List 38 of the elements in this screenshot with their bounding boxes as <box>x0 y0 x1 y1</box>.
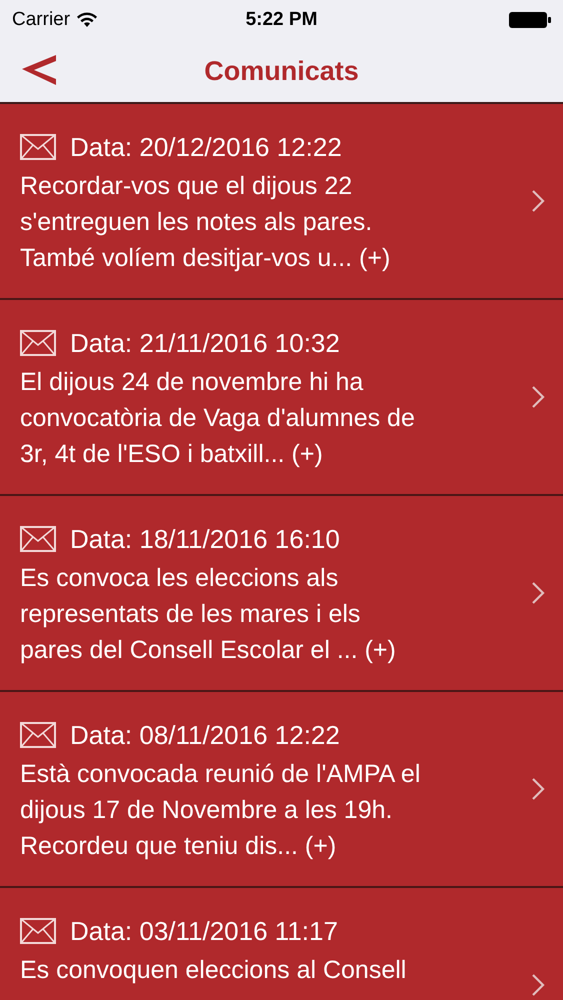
message-text: Es convoca les eleccions als <box>20 563 340 594</box>
message-date: Data: 21/11/2016 10:32 <box>70 328 340 358</box>
message-text: El dijous 24 de novembre hi ha <box>20 367 364 398</box>
message-text: representats de les mares i els <box>20 599 362 630</box>
envelope-icon <box>20 134 56 160</box>
message-text: Està convocada reunió de l'AMPA el <box>20 759 422 790</box>
chevron-right-icon <box>531 777 545 801</box>
chevron-right-icon <box>531 973 545 997</box>
wifi-icon <box>76 12 98 28</box>
message-date: Data: 20/12/2016 12:22 <box>70 132 342 162</box>
message-text: convocatòria de Vaga d'alumnes de <box>20 403 416 434</box>
chevron-right-icon <box>531 581 545 605</box>
message-text: dijous 17 de Novembre a les 19h. <box>20 795 394 826</box>
message-text: Recordeu que teniu dis... (+) <box>20 831 338 862</box>
status-time: 5:22 PM <box>246 9 318 31</box>
message-text: pares del Consell Escolar el ... (+) <box>20 635 397 666</box>
envelope-icon <box>20 526 56 552</box>
envelope-icon <box>20 918 56 944</box>
chevron-right-icon <box>531 385 545 409</box>
message-row[interactable]: Data: 21/11/2016 10:32 El dijous 24 de novembre hi ha convocatòria de Vaga d'alumnes de 3r, 4t de l'ESO i batxill... (+) <box>0 300 563 496</box>
envelope-icon <box>20 722 56 748</box>
message-date: Data: 18/11/2016 16:10 <box>70 524 340 554</box>
message-row[interactable]: Data: 08/11/2016 12:22 Està convocada reunió de l'AMPA el dijous 17 de Novembre a les 19h. Recordeu que teniu dis... (+) <box>0 692 563 888</box>
message-text: Es convoquen eleccions al Consell <box>20 955 408 986</box>
chevron-right-icon <box>531 189 545 213</box>
message-row[interactable]: Data: 03/11/2016 11:17 Es convoquen eleccions al Consell <box>0 888 563 1000</box>
message-row[interactable]: Data: 20/12/2016 12:22 Recordar-vos que el dijous 22 s'entreguen les notes als pares. També volíem desitjar-vos u... (+) <box>0 104 563 300</box>
message-text: 3r, 4t de l'ESO i batxill... (+) <box>20 439 324 470</box>
message-row[interactable]: Data: 18/11/2016 16:10 Es convoca les eleccions als representats de les mares i els pares del Consell Escolar el ... (+) <box>0 496 563 692</box>
screen-title: Comunicats <box>203 56 360 86</box>
carrier-name: Carrier <box>12 9 70 31</box>
message-text: També volíem desitjar-vos u... (+) <box>20 243 392 274</box>
battery-icon <box>509 11 551 29</box>
envelope-icon <box>20 330 56 356</box>
message-date: Data: 03/11/2016 11:17 <box>70 916 338 946</box>
message-text: s'entreguen les notes als pares. <box>20 207 374 238</box>
message-date: Data: 08/11/2016 12:22 <box>70 720 340 750</box>
message-text: Recordar-vos que el dijous 22 <box>20 171 354 202</box>
